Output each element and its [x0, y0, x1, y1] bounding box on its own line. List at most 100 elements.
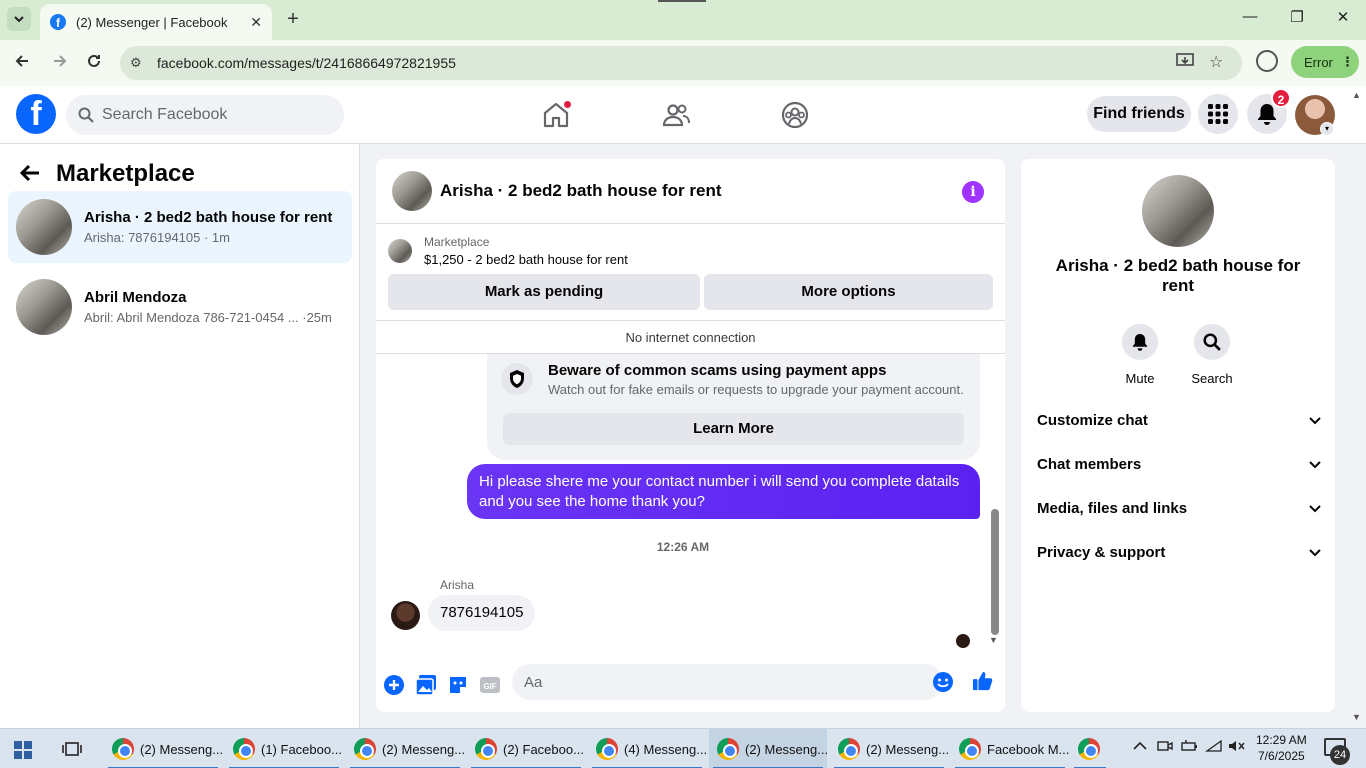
search-input[interactable] [102, 106, 322, 124]
chat-title[interactable]: Arisha · 2 bed2 bath house for rent [440, 181, 722, 201]
minimize-button[interactable]: — [1238, 8, 1262, 25]
taskbar-window-item-active[interactable]: (2) Messeng... [709, 729, 827, 768]
chevron-down-icon [1309, 457, 1321, 472]
chat-scrollbar[interactable] [991, 509, 999, 635]
browser-error-button[interactable]: Error ⋮ [1291, 46, 1359, 78]
taskbar-window-item[interactable]: Facebook M... [951, 729, 1069, 768]
close-window-button[interactable]: ✕ [1331, 8, 1355, 26]
taskbar-window-item[interactable]: (2) Messeng... [346, 729, 464, 768]
conversation-item[interactable]: Abril Mendoza Abril: Abril Mendoza 786-7… [8, 271, 352, 343]
browser-tab[interactable]: f (2) Messenger | Facebook ✕ [40, 4, 272, 40]
bell-icon [1132, 334, 1148, 351]
search-in-chat-button[interactable]: Search [1182, 324, 1242, 386]
section-label: Customize chat [1037, 411, 1148, 429]
add-more-icon[interactable] [383, 674, 405, 696]
sticker-icon[interactable] [447, 674, 469, 696]
show-hidden-icons[interactable] [1133, 739, 1147, 754]
reload-button[interactable] [81, 50, 107, 76]
back-button[interactable] [9, 50, 35, 76]
windows-start-icon[interactable] [14, 741, 32, 759]
battery-icon[interactable] [1181, 739, 1199, 756]
window-drag-indicator [658, 0, 706, 2]
page-scroll-down-arrow[interactable]: ▼ [1352, 712, 1361, 722]
find-friends-button[interactable]: Find friends [1087, 96, 1191, 132]
new-tab-button[interactable]: + [282, 8, 304, 30]
search-box[interactable] [66, 95, 344, 135]
chrome-icon [1078, 738, 1100, 760]
chevron-down-icon [1309, 413, 1321, 428]
mark-as-pending-button[interactable]: Mark as pending [388, 274, 700, 310]
conversation-item[interactable]: Arisha · 2 bed2 bath house for rent Aris… [8, 191, 352, 263]
task-view-icon[interactable] [62, 739, 82, 759]
page-scroll-up-arrow[interactable]: ▲ [1352, 90, 1361, 100]
clock-time: 12:29 AM [1256, 733, 1307, 747]
marketplace-listing[interactable]: Marketplace $1,250 - 2 bed2 bath house f… [388, 235, 628, 267]
learn-more-button[interactable]: Learn More [503, 413, 964, 445]
bell-icon [1258, 104, 1276, 125]
account-chevron-icon[interactable]: ▾ [1320, 122, 1334, 136]
taskbar-window-item[interactable]: (4) Messeng... [588, 729, 706, 768]
seen-indicator-avatar [956, 634, 970, 648]
chat-avatar[interactable] [392, 171, 432, 211]
sender-name: Arisha [440, 578, 475, 592]
taskbar-window-item[interactable]: (2) Messeng... [830, 729, 948, 768]
menu-grid-button[interactable] [1198, 94, 1238, 134]
browser-profile-icon[interactable] [1256, 50, 1278, 72]
chrome-icon [112, 738, 134, 760]
emoji-icon[interactable] [932, 671, 954, 693]
windows-taskbar: (2) Messeng... (1) Faceboo... (2) Messen… [0, 728, 1366, 768]
taskbar-window-item[interactable] [1070, 729, 1110, 768]
forward-button[interactable] [47, 50, 73, 76]
scam-warning-text: Watch out for fake emails or requests to… [548, 382, 964, 397]
restore-button[interactable]: ❐ [1285, 8, 1309, 26]
taskbar-window-label: (2) Messeng... [140, 741, 222, 757]
taskbar-window-item[interactable]: (2) Messeng... [104, 729, 222, 768]
mute-button[interactable]: Mute [1110, 324, 1170, 386]
chevron-down-icon [1309, 501, 1321, 516]
facebook-logo-icon[interactable]: f [16, 94, 56, 134]
incoming-message[interactable]: 7876194105 [428, 595, 536, 631]
site-info-icon[interactable]: ⚙ [130, 55, 150, 71]
groups-nav-icon[interactable] [780, 100, 810, 130]
listing-photo[interactable] [1142, 175, 1214, 247]
message-input[interactable] [524, 673, 904, 691]
taskbar-window-item[interactable]: (2) Faceboo... [467, 729, 585, 768]
sender-avatar[interactable] [391, 601, 420, 630]
system-clock[interactable]: 12:29 AM 7/6/2025 [1256, 732, 1307, 764]
thumbs-up-icon[interactable] [972, 670, 994, 692]
more-options-button[interactable]: More options [704, 274, 993, 310]
no-internet-banner: No internet connection [376, 320, 1005, 354]
mute-label: Mute [1125, 371, 1155, 386]
wifi-icon[interactable] [1204, 739, 1223, 756]
meet-now-icon[interactable] [1157, 739, 1173, 756]
chat-scroll-down-arrow[interactable]: ▼ [989, 635, 998, 645]
back-arrow-icon[interactable] [19, 158, 40, 189]
outgoing-message[interactable]: Hi please shere me your contact number i… [467, 464, 980, 519]
customize-chat-section[interactable]: Customize chat [1037, 408, 1321, 432]
close-tab-icon[interactable]: ✕ [250, 14, 262, 31]
taskbar-window-label: (2) Messeng... [745, 741, 827, 757]
sidebar-title: Marketplace [56, 159, 195, 187]
info-icon[interactable]: i [962, 181, 984, 203]
volume-muted-icon[interactable] [1228, 739, 1246, 756]
attach-photo-icon[interactable] [415, 674, 437, 696]
shield-icon [501, 363, 533, 395]
tab-search-button[interactable] [7, 7, 31, 31]
arrow-left-icon [15, 55, 28, 67]
chrome-icon [233, 738, 255, 760]
taskbar-window-item[interactable]: (1) Faceboo... [225, 729, 343, 768]
action-center-badge: 24 [1330, 745, 1350, 765]
url-field[interactable]: ⚙ facebook.com/messages/t/24168664972821… [120, 46, 1242, 80]
taskbar-window-label: (2) Faceboo... [503, 741, 584, 757]
privacy-support-section[interactable]: Privacy & support [1037, 540, 1321, 564]
listing-thumbnail [16, 279, 72, 335]
gif-icon[interactable]: GIF [479, 674, 501, 696]
friends-nav-icon[interactable] [661, 100, 691, 130]
bookmark-star-icon[interactable]: ☆ [1209, 52, 1223, 72]
chrome-icon [596, 738, 618, 760]
install-app-icon[interactable] [1176, 53, 1194, 74]
message-input-box[interactable] [512, 664, 953, 700]
taskbar-window-label: (2) Messeng... [382, 741, 464, 757]
chat-members-section[interactable]: Chat members [1037, 452, 1321, 476]
media-files-links-section[interactable]: Media, files and links [1037, 496, 1321, 520]
